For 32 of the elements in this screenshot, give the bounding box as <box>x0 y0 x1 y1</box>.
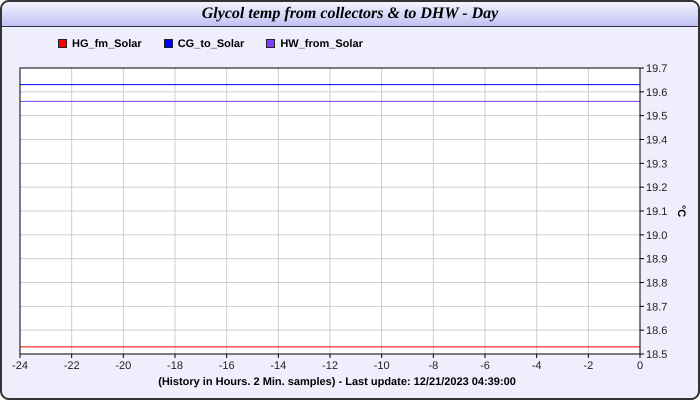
y-tick-label: 19.1 <box>646 206 668 218</box>
x-tick-label: -20 <box>115 360 132 372</box>
x-tick-label: -6 <box>480 360 490 372</box>
y-tick-label: 18.6 <box>646 325 668 338</box>
y-tick-label: 18.5 <box>646 349 668 361</box>
x-tick-label: -22 <box>64 360 80 372</box>
legend-label: HG_fm_Solar <box>72 38 142 50</box>
legend-label: CG_to_Solar <box>178 38 244 50</box>
y-tick-label: 19.7 <box>646 63 668 75</box>
x-tick-label: -18 <box>167 360 183 372</box>
x-tick-label: -4 <box>532 360 542 372</box>
x-tick-label: -16 <box>218 360 235 372</box>
y-tick-label: 19.4 <box>646 134 668 146</box>
y-tick-label: 19.6 <box>646 86 668 99</box>
x-tick-label: -2 <box>583 360 594 372</box>
x-tick-label: -8 <box>428 360 438 372</box>
y-tick-label: 19.5 <box>646 110 668 123</box>
y-tick-label: 18.9 <box>646 254 668 266</box>
x-tick-label: -24 <box>12 360 28 372</box>
y-tick-label: 19.0 <box>646 230 668 242</box>
y-tick-label: 19.2 <box>646 182 668 194</box>
x-tick-label: -12 <box>322 360 338 372</box>
y-tick-label: 18.8 <box>646 278 668 290</box>
y-axis-label: °C <box>675 204 687 218</box>
x-tick-label: -10 <box>374 360 390 372</box>
y-tick-label: 18.7 <box>646 301 668 314</box>
x-axis-label: (History in Hours. 2 Min. samples) - Last update: 12/21/2023 04:39:00 <box>158 376 516 388</box>
window-title: Glycol temp from collectors & to DHW - Day <box>202 5 498 23</box>
legend-label: HW_from_Solar <box>280 38 363 50</box>
x-tick-label: 0 <box>636 360 644 372</box>
x-tick-label: -14 <box>270 360 286 372</box>
y-tick-label: 19.3 <box>646 158 668 170</box>
